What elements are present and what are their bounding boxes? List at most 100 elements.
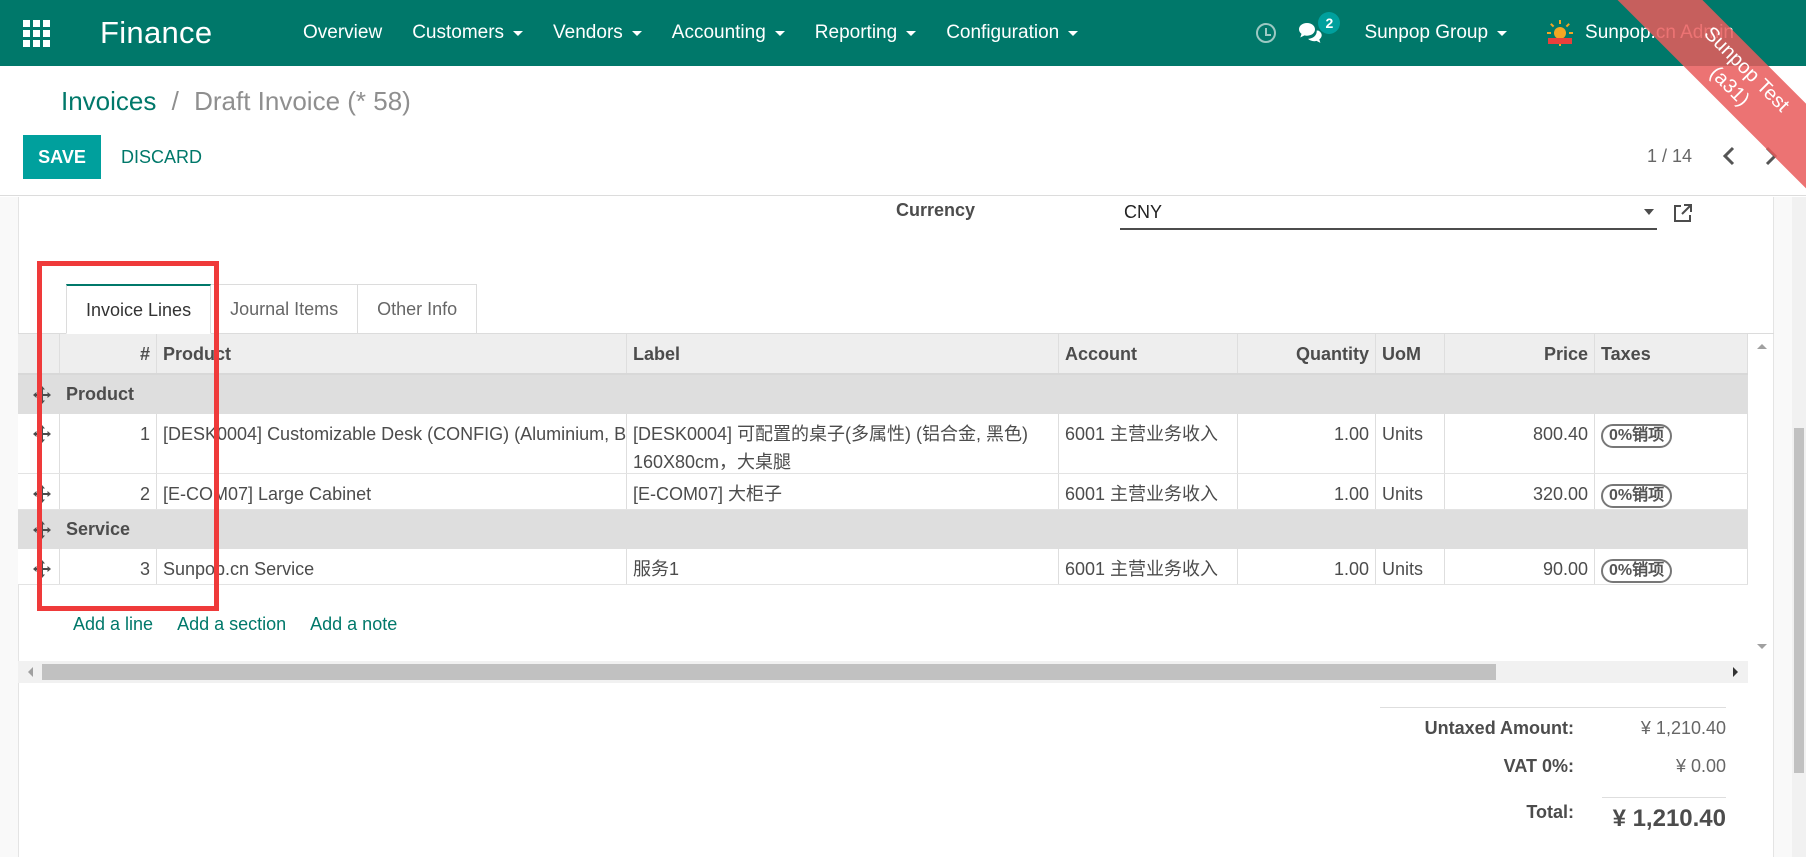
vat-value: ¥ 0.00: [1675, 756, 1726, 776]
table-row[interactable]: 1 [DESK0004] Customizable Desk (CONFIG) (…: [18, 414, 1748, 474]
menu-accounting[interactable]: Accounting: [657, 0, 800, 66]
messaging-button[interactable]: 2: [1298, 12, 1341, 44]
save-button[interactable]: SAVE: [23, 135, 101, 179]
cell-label[interactable]: [DESK0004] 可配置的桌子(多属性) (铝合金, 黑色) 160X80c…: [627, 414, 1059, 473]
section-row[interactable]: Service: [18, 510, 1748, 549]
drag-handle-icon[interactable]: [32, 424, 52, 444]
company-name: Sunpop Group: [1364, 22, 1489, 43]
cell-label[interactable]: [E-COM07] 大柜子: [627, 474, 1059, 509]
drag-handle-icon[interactable]: [32, 559, 52, 579]
cell-quantity[interactable]: 1.00: [1238, 474, 1376, 509]
chevron-down-icon: [774, 30, 785, 36]
external-link-icon[interactable]: [1672, 202, 1694, 224]
cell-price[interactable]: 800.40: [1445, 414, 1595, 473]
chevron-down-icon: [906, 30, 917, 36]
apps-menu-button[interactable]: [0, 0, 72, 66]
menu-label: Overview: [303, 22, 383, 43]
add-a-line-link[interactable]: Add a line: [73, 614, 153, 635]
breadcrumb: Invoices / Draft Invoice (* 58): [61, 86, 411, 117]
menu-customers[interactable]: Customers: [397, 0, 538, 66]
cell-seq[interactable]: 1: [60, 414, 157, 473]
column-header-price[interactable]: Price: [1445, 334, 1595, 373]
tab-journal-items[interactable]: Journal Items: [211, 284, 359, 334]
currency-select[interactable]: CNY: [1120, 198, 1657, 230]
currency-dropdown-caret-icon[interactable]: [1644, 209, 1654, 215]
cell-account[interactable]: 6001 主营业务收入: [1059, 414, 1238, 473]
add-a-section-link[interactable]: Add a section: [177, 614, 286, 635]
navbar-systray: 2 Sunpop Group Sunpop.cn Admin: [1256, 0, 1806, 66]
section-row[interactable]: Product: [18, 375, 1748, 414]
handle-cell: [18, 549, 60, 584]
menu-reporting[interactable]: Reporting: [800, 0, 931, 66]
table-vertical-scrollbar[interactable]: [1750, 334, 1774, 654]
tab-other-info[interactable]: Other Info: [358, 284, 478, 334]
cell-uom[interactable]: Units: [1376, 549, 1445, 584]
menu-vendors[interactable]: Vendors: [538, 0, 657, 66]
horizontal-scrollbar-thumb[interactable]: [42, 664, 1496, 680]
cell-uom[interactable]: Units: [1376, 414, 1445, 473]
table-horizontal-scrollbar[interactable]: [18, 661, 1748, 683]
cell-seq[interactable]: 3: [60, 549, 157, 584]
cell-taxes[interactable]: 0%销项: [1595, 414, 1748, 473]
company-switcher[interactable]: Sunpop Group: [1364, 22, 1508, 44]
messages-count-badge: 2: [1318, 12, 1341, 34]
table-row[interactable]: 2 [E-COM07] Large Cabinet [E-COM07] 大柜子 600…: [18, 474, 1748, 510]
menu-overview[interactable]: Overview: [288, 0, 397, 66]
page-vertical-scrollbar[interactable]: [1792, 197, 1806, 857]
pager-previous-button[interactable]: [1718, 144, 1742, 168]
column-header-quantity[interactable]: Quantity: [1238, 334, 1376, 373]
tab-invoice-lines[interactable]: Invoice Lines: [66, 284, 212, 334]
drag-handle-icon[interactable]: [32, 484, 52, 504]
table-row[interactable]: 3 Sunpop.cn Service 服务1 6001 主营业务收入 1.00 Unit…: [18, 549, 1748, 585]
breadcrumb-invoices-link[interactable]: Invoices: [61, 86, 156, 116]
handle-cell: [18, 414, 60, 473]
cell-account[interactable]: 6001 主营业务收入: [1059, 549, 1238, 584]
page-scrollbar-thumb[interactable]: [1794, 428, 1804, 773]
cell-price[interactable]: 320.00: [1445, 474, 1595, 509]
cell-product[interactable]: [DESK0004] Customizable Desk (CONFIG) (A…: [157, 414, 627, 473]
menu-label: Accounting: [671, 22, 766, 43]
menu-label: Reporting: [814, 22, 898, 43]
cell-quantity[interactable]: 1.00: [1238, 414, 1376, 473]
add-line-links: Add a line Add a section Add a note: [73, 614, 421, 635]
breadcrumb-separator: /: [171, 86, 179, 116]
cell-product[interactable]: [E-COM07] Large Cabinet: [157, 474, 627, 509]
drag-handle-icon[interactable]: [32, 385, 52, 405]
section-name: Service: [66, 519, 131, 539]
cell-product[interactable]: Sunpop.cn Service: [157, 549, 627, 584]
chevron-down-icon: [513, 30, 524, 36]
cell-label[interactable]: 服务1: [627, 549, 1059, 584]
totals-divider: [1380, 707, 1726, 708]
untaxed-amount-value: ¥ 1,210.40: [1640, 718, 1726, 738]
discard-button[interactable]: DISCARD: [121, 135, 202, 179]
notebook-tabs: Invoice Lines Journal Items Other Info: [66, 284, 478, 334]
cell-quantity[interactable]: 1.00: [1238, 549, 1376, 584]
column-header-seq[interactable]: #: [60, 334, 157, 373]
menu-configuration[interactable]: Configuration: [931, 0, 1093, 66]
pager-next-button[interactable]: [1758, 144, 1782, 168]
tax-tag: 0%销项: [1601, 484, 1673, 508]
cell-account[interactable]: 6001 主营业务收入: [1059, 474, 1238, 509]
tax-tag: 0%销项: [1601, 559, 1673, 583]
pager-value[interactable]: 1 / 14: [1647, 146, 1692, 167]
main-menu: Overview Customers Vendors Accounting Report…: [288, 0, 1093, 66]
cell-price[interactable]: 90.00: [1445, 549, 1595, 584]
user-menu[interactable]: Sunpop.cn Admin: [1545, 18, 1734, 48]
column-header-label[interactable]: Label: [627, 334, 1059, 373]
column-header-account[interactable]: Account: [1059, 334, 1238, 373]
handle-cell: [18, 474, 60, 509]
cell-taxes[interactable]: 0%销项: [1595, 549, 1748, 584]
add-a-note-link[interactable]: Add a note: [310, 614, 397, 635]
app-name[interactable]: Finance: [100, 15, 288, 51]
total-value: ¥ 1,210.40: [1612, 805, 1726, 832]
cell-uom[interactable]: Units: [1376, 474, 1445, 509]
column-header-uom[interactable]: UoM: [1376, 334, 1445, 373]
drag-handle-icon[interactable]: [32, 520, 52, 540]
table-header: # Product Label Account Quantity UoM Price Taxe…: [18, 334, 1748, 375]
column-header-product[interactable]: Product: [157, 334, 627, 373]
user-name: Sunpop.cn Admin: [1585, 22, 1734, 43]
column-header-taxes[interactable]: Taxes: [1595, 334, 1748, 373]
activity-clock-icon[interactable]: [1256, 23, 1277, 43]
cell-taxes[interactable]: 0%销项: [1595, 474, 1748, 509]
cell-seq[interactable]: 2: [60, 474, 157, 509]
